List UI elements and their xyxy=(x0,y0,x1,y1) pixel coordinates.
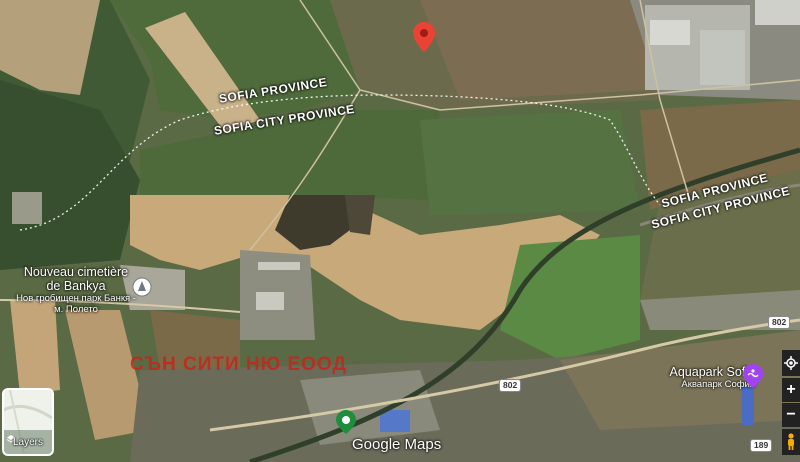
layers-button[interactable]: Layers xyxy=(2,388,54,456)
road-shield-802-right: 802 xyxy=(768,316,791,329)
green-pin-icon[interactable] xyxy=(336,410,356,434)
aquapark-icon[interactable] xyxy=(742,364,764,388)
watermark-text: СЪН СИТИ НЮ ЕООД xyxy=(130,354,348,375)
google-maps-attribution: Google Maps xyxy=(352,436,442,453)
cemetery-local-name: Нов гробищен парк Банкя - м. Полето xyxy=(16,293,136,315)
cemetery-poi[interactable]: Nouveau cimetière de Bankya Нов гробищен… xyxy=(16,265,136,315)
my-location-button[interactable] xyxy=(782,350,800,376)
aquapark-poi[interactable]: Aquapark Sofia Аквапарк София xyxy=(645,365,755,390)
plus-icon: + xyxy=(786,381,796,398)
satellite-map[interactable]: SOFIA PROVINCE SOFIA CITY PROVINCE SOFIA… xyxy=(0,0,800,462)
aquapark-name: Aquapark Sofia xyxy=(669,365,755,379)
road-shield-802-center: 802 xyxy=(499,379,522,392)
cemetery-icon[interactable] xyxy=(132,277,152,297)
street-view-button[interactable] xyxy=(782,429,800,455)
road-shield-189: 189 xyxy=(750,439,773,452)
minus-icon: − xyxy=(786,406,796,423)
aquapark-local-name: Аквапарк София xyxy=(681,379,755,390)
layers-label: Layers xyxy=(12,437,43,448)
zoom-in-button[interactable]: + xyxy=(782,378,800,402)
red-location-pin-icon[interactable] xyxy=(413,22,435,52)
zoom-out-button[interactable]: − xyxy=(782,403,800,427)
pegman-icon xyxy=(788,433,794,450)
my-location-icon xyxy=(784,356,798,370)
satellite-terrain xyxy=(0,0,800,462)
cemetery-name: Nouveau cimetière de Bankya xyxy=(23,265,129,293)
